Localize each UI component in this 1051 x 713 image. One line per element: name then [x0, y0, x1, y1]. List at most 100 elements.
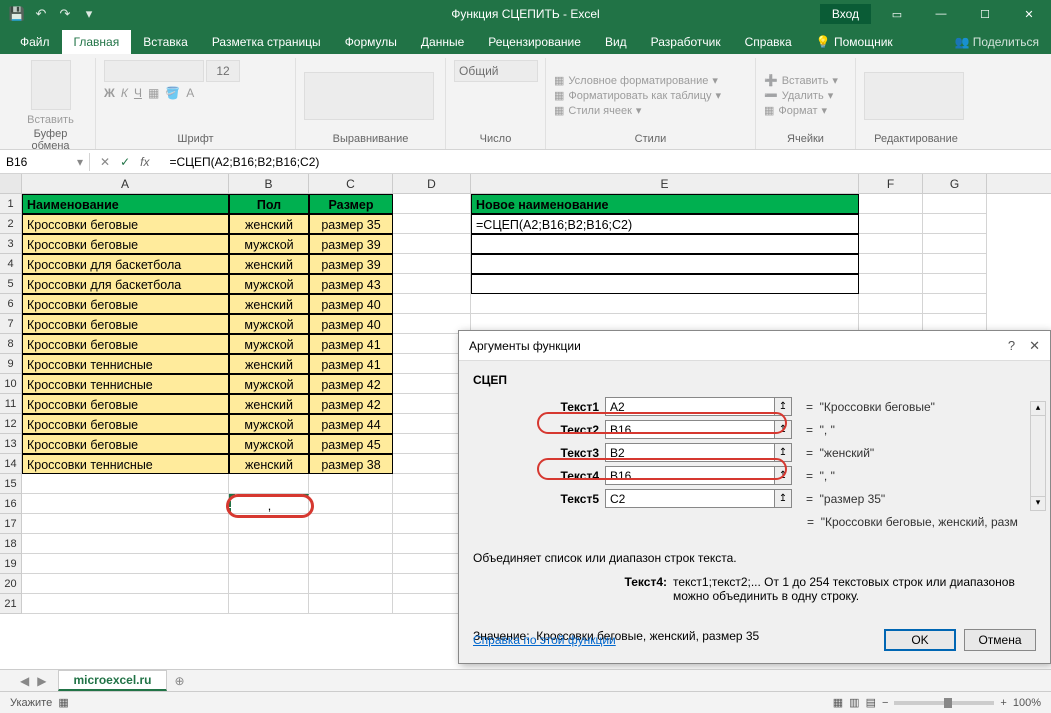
accept-formula-icon[interactable]: ✓ [120, 155, 130, 169]
cell[interactable] [309, 594, 393, 614]
close-icon[interactable]: ✕ [1007, 0, 1051, 28]
col-header[interactable]: G [923, 174, 987, 193]
view-normal-icon[interactable]: ▦ [833, 696, 843, 709]
cell[interactable]: размер 41 [309, 354, 393, 374]
cancel-formula-icon[interactable]: ✕ [100, 155, 110, 169]
collapse-dialog-icon[interactable]: ↥ [774, 489, 792, 508]
cell[interactable] [859, 194, 923, 214]
paste-button[interactable] [31, 60, 71, 110]
row-header[interactable]: 19 [0, 554, 22, 574]
row-header[interactable]: 18 [0, 534, 22, 554]
cell[interactable] [393, 234, 471, 254]
cell[interactable]: размер 41 [309, 334, 393, 354]
cell[interactable]: размер 42 [309, 394, 393, 414]
cell[interactable]: мужской [229, 274, 309, 294]
fill-color-icon[interactable]: 🪣 [165, 86, 180, 100]
tab-view[interactable]: Вид [593, 30, 639, 54]
cell[interactable] [923, 274, 987, 294]
col-header[interactable]: F [859, 174, 923, 193]
share-button[interactable]: 👥 Поделиться [942, 30, 1051, 54]
cell[interactable]: размер 44 [309, 414, 393, 434]
formula-input[interactable] [165, 153, 1051, 171]
collapse-dialog-icon[interactable]: ↥ [774, 420, 792, 439]
cell[interactable]: размер 45 [309, 434, 393, 454]
row-header[interactable]: 6 [0, 294, 22, 314]
cell[interactable]: Кроссовки беговые [22, 414, 229, 434]
row-header[interactable]: 9 [0, 354, 22, 374]
cell[interactable]: Размер [309, 194, 393, 214]
cell-selected[interactable]: , [229, 494, 309, 514]
cell[interactable] [309, 494, 393, 514]
row-header[interactable]: 8 [0, 334, 22, 354]
function-help-link[interactable]: Справка по этой функции [473, 633, 616, 647]
tab-help[interactable]: Справка [733, 30, 804, 54]
row-header[interactable]: 20 [0, 574, 22, 594]
view-page-break-icon[interactable]: ▤ [866, 696, 876, 709]
editing-controls[interactable] [864, 72, 964, 120]
col-header[interactable]: E [471, 174, 859, 193]
cell[interactable] [859, 274, 923, 294]
cell[interactable] [923, 234, 987, 254]
tab-insert[interactable]: Вставка [131, 30, 200, 54]
tab-review[interactable]: Рецензирование [476, 30, 593, 54]
cell[interactable]: мужской [229, 414, 309, 434]
tab-home[interactable]: Главная [62, 30, 132, 54]
cell-styles[interactable]: ▦ Стили ячеек ▾ [554, 104, 721, 117]
col-header[interactable]: C [309, 174, 393, 193]
zoom-level[interactable]: 100% [1013, 697, 1041, 709]
cell[interactable] [22, 594, 229, 614]
tab-page-layout[interactable]: Разметка страницы [200, 30, 333, 54]
sheet-nav-next-icon[interactable]: ▶ [37, 674, 46, 688]
minimize-icon[interactable]: — [919, 0, 963, 28]
args-scrollbar[interactable]: ▴▾ [1030, 401, 1046, 511]
cell[interactable] [471, 274, 859, 294]
cell[interactable] [859, 254, 923, 274]
collapse-dialog-icon[interactable]: ↥ [774, 443, 792, 462]
cell[interactable] [471, 294, 859, 314]
sheet-nav-prev-icon[interactable]: ◀ [20, 674, 29, 688]
arg-input[interactable] [605, 443, 775, 462]
cell[interactable] [393, 214, 471, 234]
cell[interactable] [471, 234, 859, 254]
cell[interactable]: размер 39 [309, 254, 393, 274]
cell[interactable]: Кроссовки теннисные [22, 454, 229, 474]
cell[interactable]: Пол [229, 194, 309, 214]
font-size[interactable]: 12 [206, 60, 240, 82]
row-header[interactable]: 16 [0, 494, 22, 514]
arg-input[interactable] [605, 466, 775, 485]
cell[interactable] [309, 534, 393, 554]
cell[interactable]: размер 43 [309, 274, 393, 294]
cell[interactable]: размер 39 [309, 234, 393, 254]
cell[interactable]: женский [229, 254, 309, 274]
row-header[interactable]: 14 [0, 454, 22, 474]
cell[interactable]: Кроссовки теннисные [22, 374, 229, 394]
col-header[interactable]: A [22, 174, 229, 193]
arg-input[interactable] [605, 397, 775, 416]
cell[interactable]: Кроссовки беговые [22, 434, 229, 454]
tab-formulas[interactable]: Формулы [333, 30, 409, 54]
conditional-formatting[interactable]: ▦ Условное форматирование ▾ [554, 74, 721, 87]
font-name[interactable] [104, 60, 204, 82]
save-icon[interactable]: 💾 [8, 5, 26, 23]
cell[interactable]: Кроссовки теннисные [22, 354, 229, 374]
border-icon[interactable]: ▦ [148, 86, 159, 100]
row-header[interactable]: 11 [0, 394, 22, 414]
cell[interactable]: мужской [229, 434, 309, 454]
cell[interactable]: женский [229, 354, 309, 374]
name-box[interactable]: B16▾ [0, 153, 90, 171]
format-cells[interactable]: ▦ Формат ▾ [764, 104, 838, 117]
cell[interactable]: Кроссовки беговые [22, 234, 229, 254]
ok-button[interactable]: OK [884, 629, 956, 651]
row-header[interactable]: 5 [0, 274, 22, 294]
cell[interactable]: размер 40 [309, 294, 393, 314]
row-header[interactable]: 4 [0, 254, 22, 274]
cell[interactable]: мужской [229, 334, 309, 354]
arg-input[interactable] [605, 489, 775, 508]
insert-cells[interactable]: ➕ Вставить ▾ [764, 74, 838, 87]
undo-icon[interactable]: ↶ [32, 5, 50, 23]
cell[interactable] [923, 294, 987, 314]
cell[interactable]: Кроссовки беговые [22, 214, 229, 234]
maximize-icon[interactable]: ☐ [963, 0, 1007, 28]
cell[interactable]: =СЦЕП(A2;B16;B2;B16;C2) [471, 214, 859, 234]
zoom-slider[interactable] [894, 701, 994, 705]
